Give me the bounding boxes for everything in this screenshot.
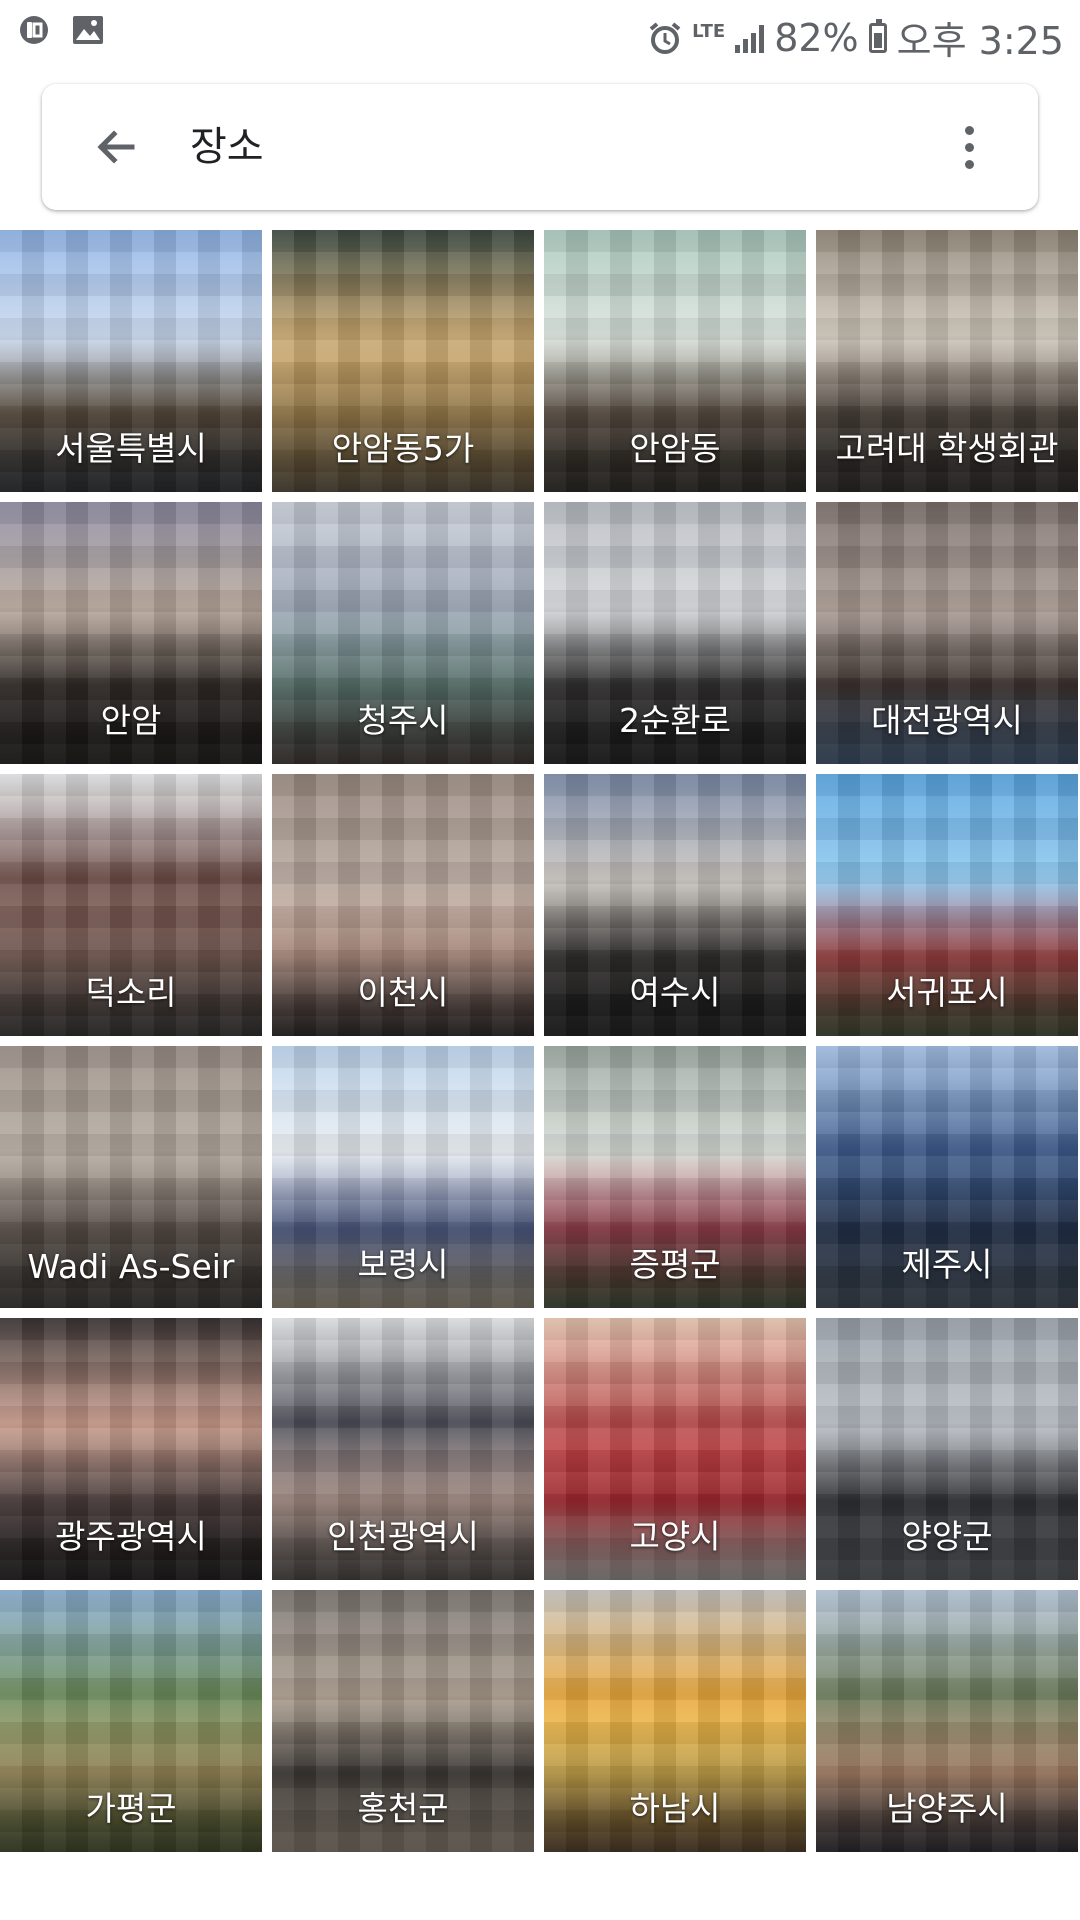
place-label: 증평군 [629,1245,721,1284]
place-tile[interactable]: 홍천군 [272,1590,534,1852]
place-label: 남양주시 [886,1789,1008,1828]
place-label: 광주광역시 [55,1517,207,1556]
place-tile[interactable]: 이천시 [272,774,534,1036]
place-tile[interactable]: 증평군 [544,1046,806,1308]
place-label: 보령시 [357,1245,449,1284]
place-tile[interactable]: 가평군 [0,1590,262,1852]
place-tile[interactable]: 안암동5가 [272,230,534,492]
place-label: 양양군 [901,1517,993,1556]
place-label: 덕소리 [85,973,177,1012]
place-tile[interactable]: 고양시 [544,1318,806,1580]
place-label: 서귀포시 [886,973,1008,1012]
place-tile[interactable]: 여수시 [544,774,806,1036]
more-vert-icon [964,125,974,135]
place-label: 가평군 [85,1789,177,1828]
status-bar: LTE 82% 오후 3:25 [0,0,1080,66]
place-label: 2순환로 [618,701,732,740]
back-button[interactable] [86,117,146,177]
gallery-icon [73,16,103,44]
place-label: 여수시 [629,973,721,1012]
battery-icon [868,18,887,53]
place-label: 대전광역시 [871,701,1023,740]
place-label: 서울특별시 [55,429,207,468]
places-grid: 서울특별시 안암동5가 안암동 고려대 학생회관안암 청주시 2순환로 대전광역시덕소리 이천… [0,230,1080,1852]
app-notification-icon [20,16,48,44]
place-label: 안암동5가 [331,429,475,468]
place-tile[interactable]: 안암 [0,502,262,764]
place-label: 안암동 [629,429,721,468]
arrow-back-icon [97,130,135,164]
place-label: Wadi As-Seir [27,1247,235,1286]
signal-icon [735,23,765,53]
place-tile[interactable]: 양양군 [816,1318,1078,1580]
more-options-button[interactable] [944,117,994,177]
place-tile[interactable]: 인천광역시 [272,1318,534,1580]
place-tile[interactable]: 대전광역시 [816,502,1078,764]
battery-percent: 82% [774,15,859,60]
place-tile[interactable]: 서울특별시 [0,230,262,492]
place-label: 제주시 [901,1245,993,1284]
place-label: 청주시 [357,701,449,740]
place-tile[interactable]: Wadi As-Seir [0,1046,262,1308]
place-tile[interactable]: 안암동 [544,230,806,492]
place-label: 고려대 학생회관 [835,429,1059,468]
place-tile[interactable]: 보령시 [272,1046,534,1308]
place-tile[interactable]: 고려대 학생회관 [816,230,1078,492]
place-label: 홍천군 [357,1789,449,1828]
place-label: 하남시 [629,1789,721,1828]
page-title: 장소 [190,124,264,170]
place-label: 이천시 [357,973,449,1012]
network-type: LTE [692,20,726,42]
place-tile[interactable]: 서귀포시 [816,774,1078,1036]
place-tile[interactable]: 광주광역시 [0,1318,262,1580]
clock: 오후 3:25 [896,19,1064,63]
place-label: 고양시 [629,1517,721,1556]
place-label: 인천광역시 [327,1517,479,1556]
place-tile[interactable]: 제주시 [816,1046,1078,1308]
place-label: 안암 [100,701,162,740]
status-left-icons [18,14,104,46]
status-right-icons: LTE 82% 오후 3:25 [648,10,1064,65]
alarm-icon [649,21,681,54]
place-tile[interactable]: 덕소리 [0,774,262,1036]
place-tile[interactable]: 2순환로 [544,502,806,764]
place-tile[interactable]: 남양주시 [816,1590,1078,1852]
header-card: 장소 [42,84,1038,210]
place-tile[interactable]: 하남시 [544,1590,806,1852]
place-tile[interactable]: 청주시 [272,502,534,764]
